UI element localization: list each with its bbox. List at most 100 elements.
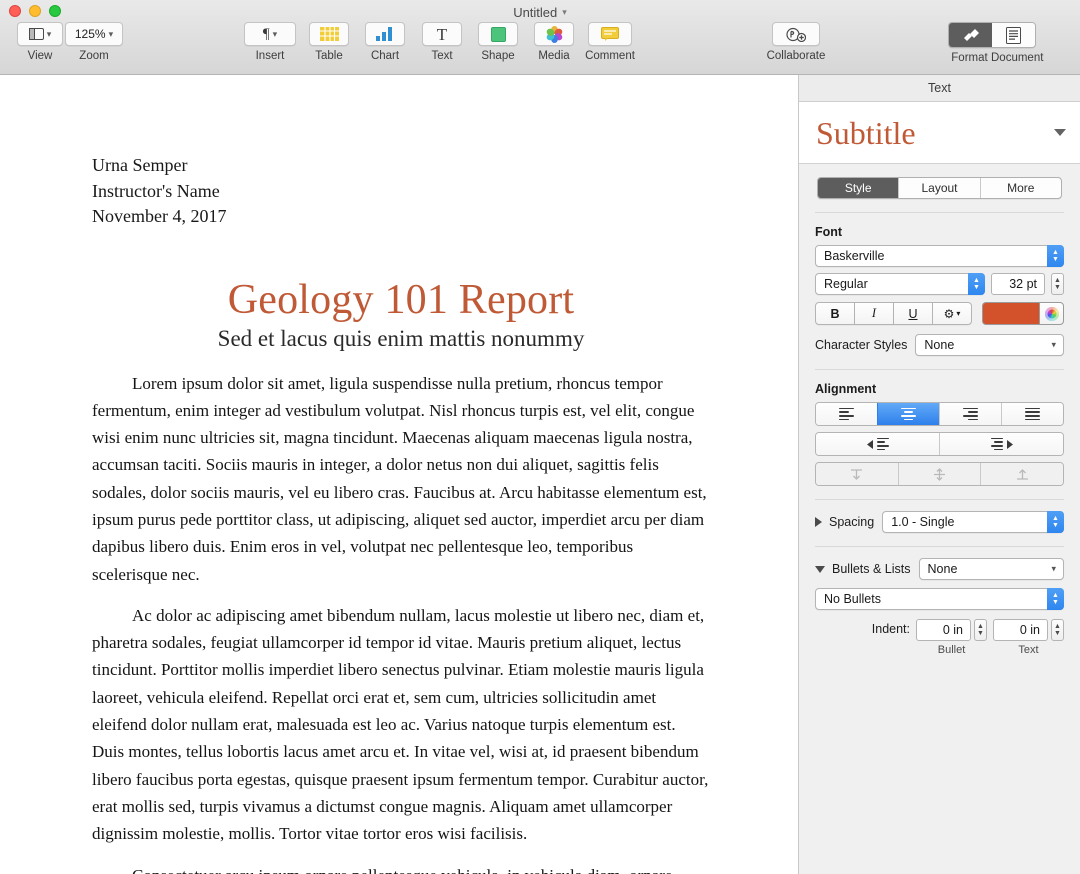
align-justify-button[interactable] (1001, 403, 1063, 425)
keynote-pages-window: Untitled ▾ ▾ View 125% ▾ Zoom ¶ ▾ Insert… (0, 0, 1080, 874)
media-label: Media (538, 50, 570, 62)
paragraph-style-header[interactable]: Subtitle (799, 102, 1080, 164)
window-title[interactable]: Untitled ▾ (0, 3, 1080, 21)
increase-indent-button[interactable] (939, 433, 1063, 455)
italic-button[interactable]: I (855, 302, 894, 325)
text-button[interactable]: T (422, 22, 462, 46)
align-middle-button[interactable] (897, 463, 981, 485)
doc-paragraph[interactable]: Ac dolor ac adipiscing amet bibendum nul… (92, 602, 710, 848)
media-button[interactable] (534, 22, 574, 46)
font-color-swatch[interactable] (982, 302, 1039, 325)
toolbar-item-shape[interactable]: Shape (466, 22, 530, 62)
insert-button[interactable]: ¶ ▾ (244, 22, 296, 46)
bullet-indent-group: 0 in ▲ ▼ Bullet (916, 619, 987, 656)
chevron-down-icon[interactable]: ▾ (1051, 564, 1056, 575)
doc-subtitle[interactable]: Sed et lacus quis enim mattis nonummy (92, 326, 710, 352)
toolbar-item-insert[interactable]: ¶ ▾ Insert (238, 22, 302, 62)
bullets-disclosure[interactable]: Bullets & Lists (815, 562, 911, 576)
bullet-indent-stepper[interactable]: ▲ ▼ (974, 619, 987, 641)
collaborate-button[interactable] (772, 22, 820, 46)
spacing-value: 1.0 - Single (891, 515, 955, 529)
indent-label: Indent: (871, 622, 910, 636)
doc-paragraph[interactable]: Lorem ipsum dolor sit amet, ligula suspe… (92, 370, 710, 588)
bold-button[interactable]: B (815, 302, 855, 325)
font-size-stepper[interactable]: ▲ ▼ (1051, 273, 1064, 295)
document-label: Document (991, 52, 1044, 64)
chevron-down-icon[interactable]: ▾ (562, 7, 567, 18)
toolbar-item-text[interactable]: T Text (410, 22, 474, 62)
doc-paragraph[interactable]: Consectetuer arcu ipsum ornare pellentes… (92, 862, 710, 874)
tab-style[interactable]: Style (818, 178, 899, 198)
doc-header-line-2[interactable]: Instructor's Name (92, 179, 710, 205)
doc-header-line-1[interactable]: Urna Semper (92, 153, 710, 179)
doc-header-line-3[interactable]: November 4, 2017 (92, 204, 710, 230)
toolbar-item-comment[interactable]: Comment (578, 22, 642, 62)
font-weight-select[interactable]: Regular ▲ ▼ (815, 273, 985, 295)
align-top-icon (851, 468, 863, 480)
zoom-button[interactable]: 125% ▾ (65, 22, 123, 46)
comment-label: Comment (585, 50, 635, 62)
font-size-field[interactable]: 32 pt (991, 273, 1045, 295)
toolbar-item-media[interactable]: Media (522, 22, 586, 62)
font-weight-size-row: Regular ▲ ▼ 32 pt ▲ ▼ (815, 273, 1064, 295)
stepper-icon[interactable]: ▲ ▼ (968, 273, 985, 295)
document-canvas[interactable]: Urna Semper Instructor's Name November 4… (0, 75, 798, 874)
stepper-icon[interactable]: ▲ ▼ (1047, 511, 1064, 533)
tab-layout[interactable]: Layout (898, 178, 979, 198)
decrease-indent-button[interactable] (816, 433, 939, 455)
font-color-control (982, 302, 1064, 325)
align-bottom-button[interactable] (980, 463, 1063, 485)
document-page[interactable]: Urna Semper Instructor's Name November 4… (0, 75, 798, 874)
bullets-select[interactable]: None ▾ (918, 558, 1064, 580)
font-weight-value: Regular (824, 277, 868, 291)
bullets-value: None (927, 562, 958, 576)
toolbar-item-collaborate[interactable]: Collaborate (763, 22, 829, 62)
shape-button[interactable] (478, 22, 518, 46)
chevron-down-icon[interactable]: ▾ (273, 29, 278, 39)
list-style-select[interactable]: No Bullets ▲ ▼ (815, 588, 1064, 610)
chevron-down-icon[interactable] (1054, 129, 1066, 136)
collaborate-label: Collaborate (766, 50, 826, 62)
align-left-button[interactable] (816, 403, 877, 425)
media-icon (546, 25, 563, 43)
table-button[interactable] (309, 22, 349, 46)
comment-button[interactable] (588, 22, 632, 46)
spacing-select[interactable]: 1.0 - Single ▲ ▼ (882, 511, 1064, 533)
document-toggle-button[interactable] (992, 23, 1035, 47)
stepper-icon[interactable]: ▲ ▼ (1047, 588, 1064, 610)
align-right-icon (963, 407, 978, 421)
toolbar-item-table[interactable]: Table (297, 22, 361, 62)
text-indent-value: 0 in (1019, 623, 1040, 637)
format-toggle-button[interactable] (949, 23, 992, 47)
chevron-down-icon[interactable]: ▾ (1051, 340, 1056, 351)
align-center-button[interactable] (877, 403, 939, 425)
decrease-indent-icon (866, 437, 889, 451)
align-bottom-icon (1016, 468, 1028, 480)
font-options-button[interactable]: ⚙ ▾ (933, 302, 972, 325)
stepper-icon[interactable]: ▲ ▼ (1047, 245, 1064, 267)
spacing-disclosure[interactable]: Spacing (815, 515, 874, 529)
chart-button[interactable] (365, 22, 405, 46)
doc-title[interactable]: Geology 101 Report (92, 276, 710, 324)
align-right-button[interactable] (939, 403, 1001, 425)
text-indent-field[interactable]: 0 in (993, 619, 1048, 641)
align-justify-icon (1025, 407, 1040, 421)
toolbar-item-zoom[interactable]: 125% ▾ Zoom (62, 22, 126, 62)
align-top-button[interactable] (816, 463, 898, 485)
align-left-icon (839, 407, 854, 421)
indent-fields-row: Indent: 0 in ▲ ▼ Bullet 0 in ▲ ▼ Text (815, 619, 1064, 656)
underline-button[interactable]: U (894, 302, 933, 325)
document-icon (1006, 26, 1021, 44)
chevron-down-icon[interactable]: ▾ (109, 29, 114, 39)
text-indent-stepper[interactable]: ▲ ▼ (1051, 619, 1064, 641)
paragraph-style-name: Subtitle (816, 114, 916, 151)
character-styles-select[interactable]: None ▾ (915, 334, 1064, 356)
indent-group (815, 432, 1064, 456)
view-button[interactable]: ▾ (17, 22, 63, 46)
chevron-down-icon[interactable]: ▾ (47, 29, 52, 39)
toolbar-item-chart[interactable]: Chart (353, 22, 417, 62)
color-wheel-button[interactable] (1039, 302, 1064, 325)
bullet-indent-field[interactable]: 0 in (916, 619, 971, 641)
tab-more[interactable]: More (979, 178, 1061, 198)
font-family-select[interactable]: Baskerville ▲ ▼ (815, 245, 1064, 267)
